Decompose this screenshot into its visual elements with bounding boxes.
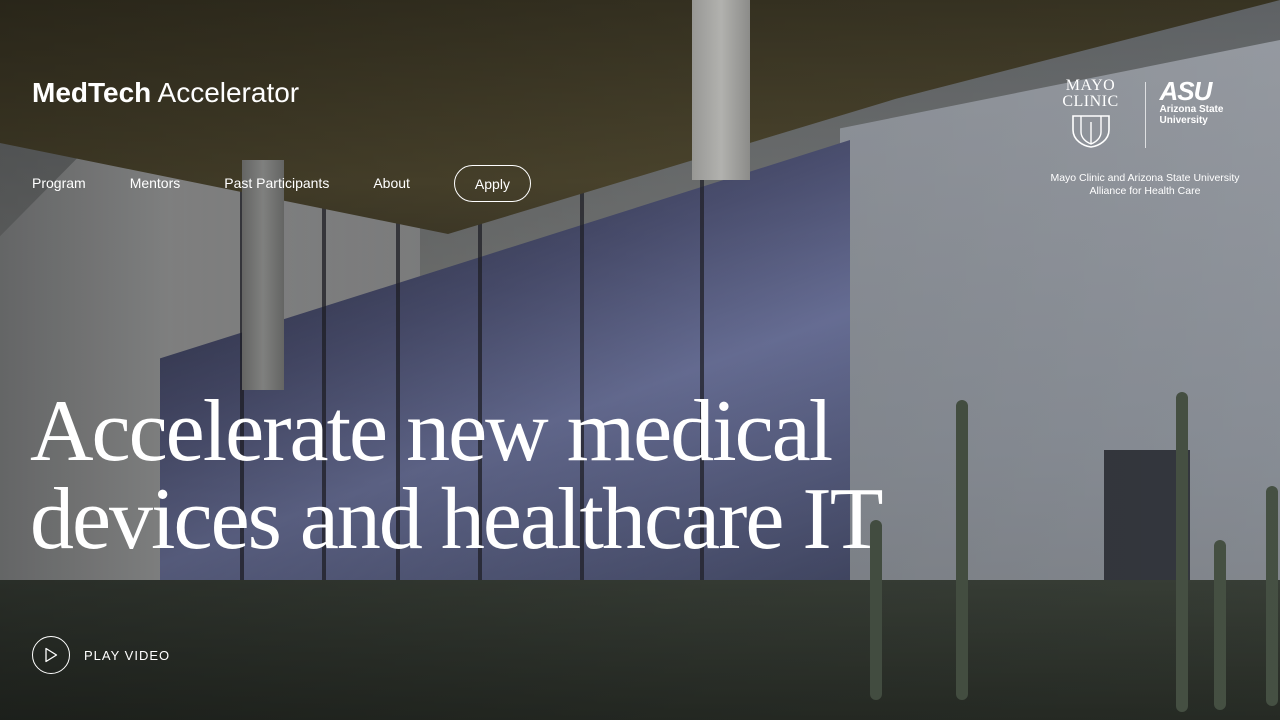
play-video-label: PLAY VIDEO [84,647,171,663]
brand-bold: MedTech [32,77,152,108]
nav-item-program[interactable]: Program [32,175,86,191]
caption-line1: Mayo Clinic and Arizona State University [1050,172,1240,184]
nav-item-about[interactable]: About [373,175,410,191]
mayo-line1: MAYO [1065,77,1116,94]
partner-logo[interactable]: MAYO CLINIC ASU Arizona State University… [1040,78,1250,198]
hero-line1: Accelerate new medical [30,383,833,480]
site-logo[interactable]: MedTech Accelerator [32,76,299,110]
asu-line2: University [1159,115,1208,126]
asu-line1: Arizona State [1159,104,1224,115]
mayo-line2: CLINIC [1062,93,1119,110]
hero-line2: devices and healthcare IT [30,471,883,568]
caption-line2: Alliance for Health Care [1089,185,1201,197]
hero-headline: Accelerate new medical devices and healt… [30,388,970,564]
partner-caption: Mayo Clinic and Arizona State University… [1040,172,1250,198]
nav-item-past-participants[interactable]: Past Participants [224,175,329,191]
brand-rest: Accelerator [151,77,300,108]
play-icon[interactable] [32,636,70,674]
play-video-button[interactable]: PLAY VIDEO [32,636,170,674]
mayo-shields-icon [1051,114,1131,148]
main-nav: Program Mentors Past Participants About … [32,164,531,202]
mayo-clinic-logo: MAYO CLINIC [1051,78,1131,148]
asu-logo: ASU Arizona State University [1160,78,1240,126]
asu-mark: ASU [1159,76,1213,106]
apply-button[interactable]: Apply [453,164,531,202]
logo-divider [1144,82,1146,148]
partner-logos: MAYO CLINIC ASU Arizona State University [1040,78,1250,150]
nav-item-mentors[interactable]: Mentors [130,175,181,191]
